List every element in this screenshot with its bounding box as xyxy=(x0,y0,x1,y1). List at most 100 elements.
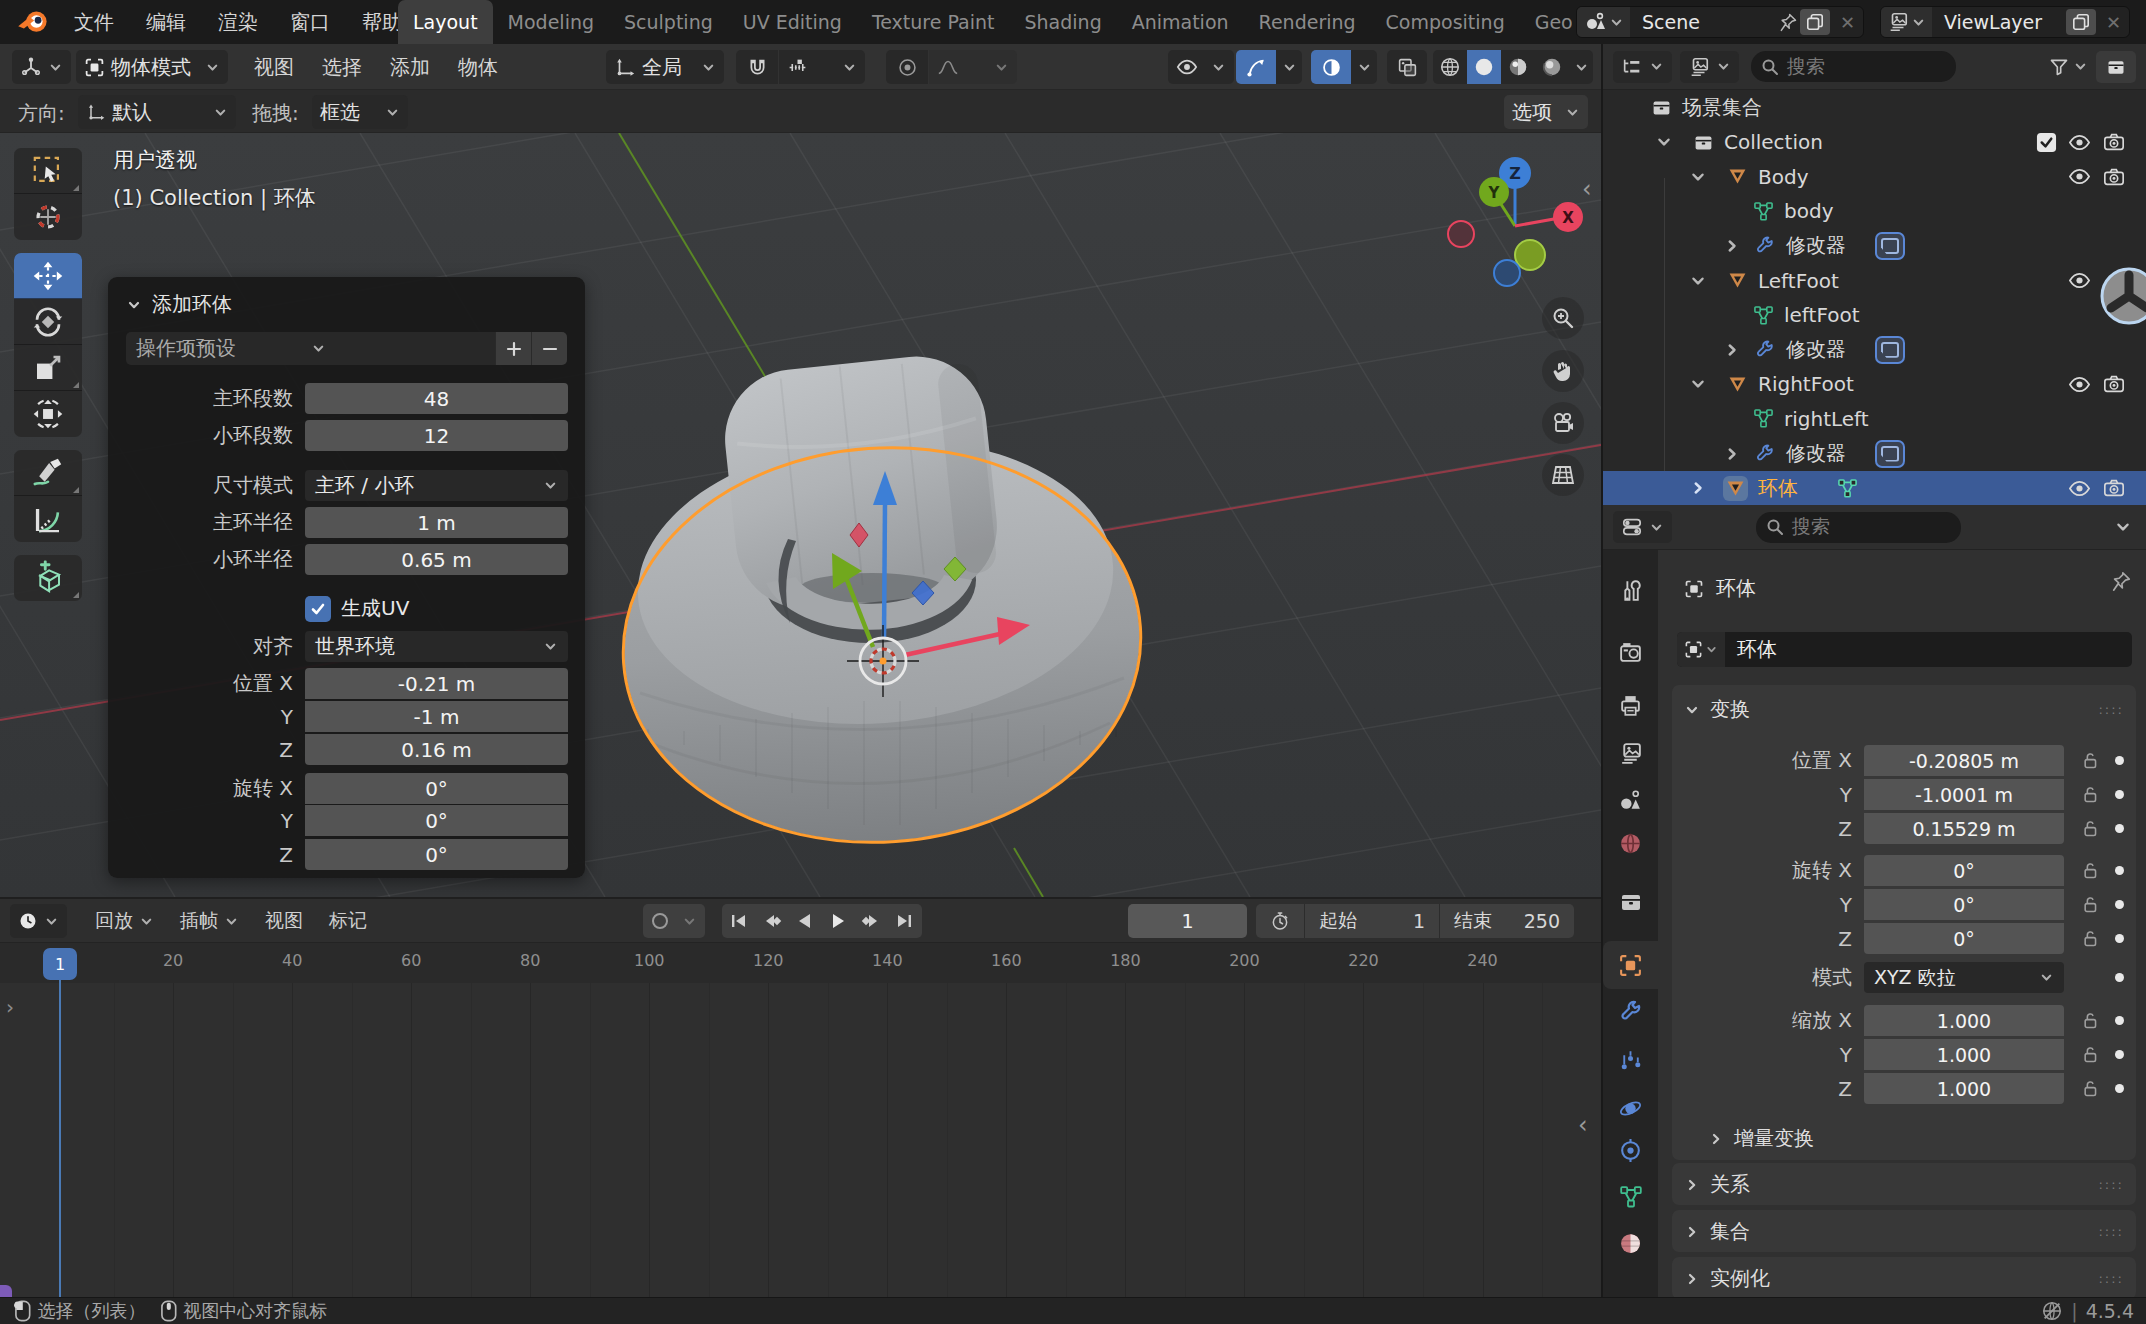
lock-icon[interactable] xyxy=(2080,1011,2099,1030)
lock-icon[interactable] xyxy=(2080,1045,2099,1064)
cursor-tool[interactable] xyxy=(14,194,82,240)
collapse-region-icon[interactable]: ‹ xyxy=(1578,1111,1588,1139)
new-viewlayer-button[interactable] xyxy=(2066,9,2096,35)
prop-value[interactable]: 1.000 xyxy=(1864,1005,2064,1036)
outliner-row-RightFoot[interactable]: RightFoot xyxy=(1603,367,2146,402)
op-field-value[interactable]: -0.21 m xyxy=(305,668,568,699)
overlays-dropdown[interactable] xyxy=(1311,50,1377,84)
workspace-tab-Animation[interactable]: Animation xyxy=(1117,0,1244,44)
editor-type-outliner[interactable] xyxy=(1613,51,1672,83)
record-button[interactable] xyxy=(643,904,676,938)
play-reverse-button[interactable] xyxy=(788,904,821,938)
properties-tab-object-data[interactable] xyxy=(1603,1173,1658,1221)
measure-tool[interactable] xyxy=(14,496,82,542)
timeline-track[interactable] xyxy=(0,983,1601,1299)
pin-icon[interactable] xyxy=(1778,12,1798,32)
topbar-menu-渲染[interactable]: 渲染 xyxy=(202,0,274,44)
op-field-value[interactable]: 0.16 m xyxy=(305,734,568,765)
prop-value[interactable]: 0° xyxy=(1864,855,2064,886)
expander-icon[interactable] xyxy=(1723,237,1741,255)
workspace-tab-Geon[interactable]: Geon xyxy=(1520,0,1572,44)
properties-tab-collection[interactable] xyxy=(1603,878,1658,926)
add-primitive-tool[interactable] xyxy=(14,555,82,601)
chevron-down-icon[interactable] xyxy=(1276,50,1302,84)
properties-tab-physics[interactable] xyxy=(1603,1084,1658,1132)
tool-options-dropdown[interactable]: 选项 xyxy=(1504,95,1588,129)
prop-value[interactable]: 1.000 xyxy=(1864,1039,2064,1070)
lock-icon[interactable] xyxy=(2080,751,2099,770)
viewport-menu-选择[interactable]: 选择 xyxy=(308,44,376,90)
disable-render-icon[interactable] xyxy=(2103,373,2125,395)
start-frame-field[interactable]: 起始1 xyxy=(1305,904,1439,938)
workspace-tab-Layout[interactable]: Layout xyxy=(398,0,493,44)
chevron-down-icon[interactable] xyxy=(1351,50,1377,84)
workspace-tab-Texture Paint[interactable]: Texture Paint xyxy=(857,0,1010,44)
op-field-value[interactable]: -1 m xyxy=(305,701,568,732)
topbar-menu-窗口[interactable]: 窗口 xyxy=(274,0,346,44)
topbar-menu-文件[interactable]: 文件 xyxy=(58,0,130,44)
filter-dropdown[interactable] xyxy=(2049,57,2088,77)
properties-search[interactable]: 搜索 xyxy=(1756,512,1961,543)
prop-value[interactable]: 0° xyxy=(1864,889,2064,920)
animate-dot[interactable] xyxy=(2115,1050,2124,1059)
prop-value[interactable]: 1.000 xyxy=(1864,1073,2064,1104)
transform-orientation-dropdown[interactable]: 全局 xyxy=(606,50,724,84)
op-field-value[interactable]: 48 xyxy=(305,383,568,414)
annotate-tool[interactable] xyxy=(14,450,82,496)
outliner-row-修改器[interactable]: 修改器 xyxy=(1603,436,2146,471)
shading-rendered-button[interactable] xyxy=(1535,50,1569,84)
outliner-row-修改器[interactable]: 修改器 xyxy=(1603,228,2146,263)
prop-value[interactable]: -0.20805 m xyxy=(1864,745,2064,776)
animate-dot[interactable] xyxy=(2115,1016,2124,1025)
operator-panel-add-torus[interactable]: 添加环体 操作项预设 主环段数48小环段数12尺寸模式主环 / 小环主环半径1 … xyxy=(108,277,585,878)
editor-type-timeline[interactable] xyxy=(10,904,67,938)
expander-icon[interactable] xyxy=(1689,168,1707,186)
properties-tab-view-layer[interactable] xyxy=(1603,729,1658,777)
outliner-search[interactable]: 搜索 xyxy=(1751,51,1956,82)
disable-render-icon[interactable] xyxy=(2103,131,2125,153)
viewlayer-selector[interactable]: ViewLayer ✕ xyxy=(1880,6,2130,38)
lock-icon[interactable] xyxy=(2080,785,2099,804)
animate-dot[interactable] xyxy=(2115,824,2124,833)
properties-tab-tool[interactable] xyxy=(1603,566,1658,614)
op-field-value[interactable]: 0° xyxy=(305,839,568,870)
outliner-row-LeftFoot[interactable]: LeftFoot xyxy=(1603,263,2146,298)
timeline-expand-icon[interactable]: › xyxy=(6,995,14,1019)
hide-eye-icon[interactable] xyxy=(2068,165,2091,188)
outliner-row-Body[interactable]: Body xyxy=(1603,159,2146,194)
animate-dot[interactable] xyxy=(2115,866,2124,875)
hide-eye-icon[interactable] xyxy=(2068,269,2091,292)
workspace-tab-UV Editing[interactable]: UV Editing xyxy=(728,0,857,44)
snap-toggle[interactable] xyxy=(736,50,778,84)
scene-selector[interactable]: Scene ✕ xyxy=(1576,6,1864,38)
outliner-row-Collection[interactable]: Collection xyxy=(1603,125,2146,160)
orientation-default-dropdown[interactable]: 默认 xyxy=(78,95,236,129)
remove-viewlayer-button[interactable]: ✕ xyxy=(2098,12,2129,33)
visibility-dropdown[interactable] xyxy=(1168,50,1234,84)
animate-dot[interactable] xyxy=(2115,1084,2124,1093)
viewport-menu-视图[interactable]: 视图 xyxy=(240,44,308,90)
outliner-display-mode[interactable] xyxy=(1680,51,1739,83)
object-name-value[interactable]: 环体 xyxy=(1725,636,1777,663)
scene-icon[interactable] xyxy=(1577,7,1630,37)
outliner-row-修改器[interactable]: 修改器 xyxy=(1603,332,2146,367)
jump-end-button[interactable] xyxy=(887,904,920,938)
object-name-field[interactable]: 环体 xyxy=(1677,632,2132,667)
move-tool[interactable] xyxy=(14,253,82,299)
workspace-tab-Modeling[interactable]: Modeling xyxy=(493,0,609,44)
lock-icon[interactable] xyxy=(2080,861,2099,880)
expander-icon[interactable] xyxy=(1689,375,1707,393)
object-id-icon[interactable] xyxy=(1677,632,1725,667)
op-field-dropdown[interactable]: 主环 / 小环 xyxy=(305,470,568,501)
prop-value[interactable]: -1.0001 m xyxy=(1864,779,2064,810)
expander-icon[interactable] xyxy=(1689,479,1707,497)
properties-tab-material[interactable] xyxy=(1603,1219,1658,1267)
viewport-3d[interactable]: 用户透视 (1) Collection | 环体 Z Y X 添加环体 操作项预… xyxy=(0,133,1601,897)
viewlayer-name[interactable]: ViewLayer xyxy=(1932,11,2064,33)
scene-name[interactable]: Scene xyxy=(1630,11,1778,33)
snap-settings-dropdown[interactable] xyxy=(779,50,865,84)
timeline-menu-标记[interactable]: 标记 xyxy=(316,908,380,934)
expander-icon[interactable] xyxy=(1689,272,1707,290)
animate-dot[interactable] xyxy=(2115,790,2124,799)
op-field-value[interactable]: 1 m xyxy=(305,507,568,538)
